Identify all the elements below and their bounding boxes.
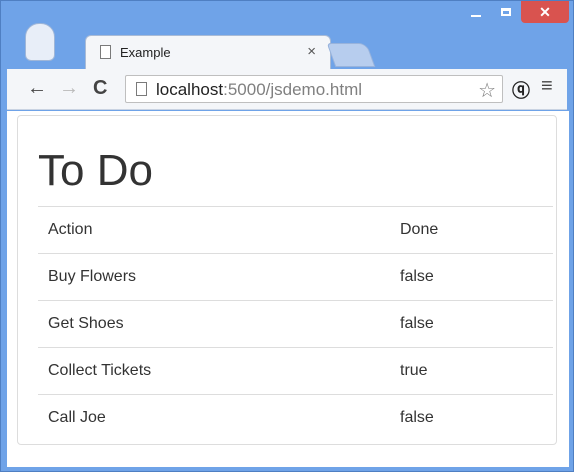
- table-row: Collect Tickets true: [38, 347, 553, 395]
- close-window-button[interactable]: ✕: [521, 1, 569, 23]
- forward-arrow-icon[interactable]: →: [59, 78, 79, 98]
- extension-icon[interactable]: ⓠ: [512, 77, 530, 103]
- bookmark-star-icon[interactable]: ☆: [478, 78, 496, 103]
- done-cell: false: [390, 300, 553, 348]
- browser-window: ✕ Example × ← → C localhost:5000/jsdemo.…: [0, 0, 574, 472]
- reload-icon[interactable]: C: [93, 78, 107, 98]
- page-content: To Do Action Done Buy Flowers false Get …: [7, 111, 569, 467]
- hamburger-menu-icon[interactable]: ≡: [541, 75, 553, 98]
- new-tab-button[interactable]: [326, 43, 376, 67]
- page-title: To Do: [38, 146, 153, 195]
- action-cell: Get Shoes: [38, 300, 390, 348]
- browser-toolbar: ← → C localhost:5000/jsdemo.html ☆ ⓠ ≡: [7, 69, 567, 110]
- table-row: Call Joe false: [38, 394, 553, 441]
- url-path: :5000/jsdemo.html: [223, 80, 363, 99]
- action-cell: Call Joe: [38, 394, 390, 441]
- tab-title: Example: [120, 45, 171, 60]
- table-row: Get Shoes false: [38, 300, 553, 348]
- table-header-row: Action Done: [38, 206, 553, 254]
- document-icon: [100, 45, 111, 59]
- url-host: localhost: [156, 80, 224, 99]
- maximize-button[interactable]: [491, 1, 521, 23]
- page-icon: [136, 82, 147, 96]
- close-icon: ✕: [539, 3, 551, 20]
- todo-panel: To Do Action Done Buy Flowers false Get …: [17, 115, 557, 445]
- column-header-action: Action: [38, 206, 390, 254]
- url-text: localhost:5000/jsdemo.html: [156, 80, 362, 100]
- todo-table: Action Done Buy Flowers false Get Shoes …: [38, 206, 553, 441]
- minimize-button[interactable]: [461, 1, 491, 23]
- window-controls: ✕: [461, 1, 569, 25]
- done-cell: false: [390, 253, 553, 301]
- title-bar: ✕ Example ×: [1, 1, 573, 69]
- action-cell: Buy Flowers: [38, 253, 390, 301]
- user-profile-icon[interactable]: [25, 23, 55, 61]
- minimize-icon: [471, 15, 481, 17]
- table-row: Buy Flowers false: [38, 253, 553, 301]
- column-header-done: Done: [390, 206, 553, 254]
- back-arrow-icon[interactable]: ←: [27, 78, 47, 98]
- maximize-icon: [501, 8, 511, 16]
- done-cell: false: [390, 394, 553, 441]
- action-cell: Collect Tickets: [38, 347, 390, 395]
- tab-close-icon[interactable]: ×: [307, 43, 316, 60]
- tab-example[interactable]: Example ×: [85, 35, 331, 69]
- address-bar[interactable]: localhost:5000/jsdemo.html ☆: [125, 75, 503, 103]
- done-cell: true: [390, 347, 553, 395]
